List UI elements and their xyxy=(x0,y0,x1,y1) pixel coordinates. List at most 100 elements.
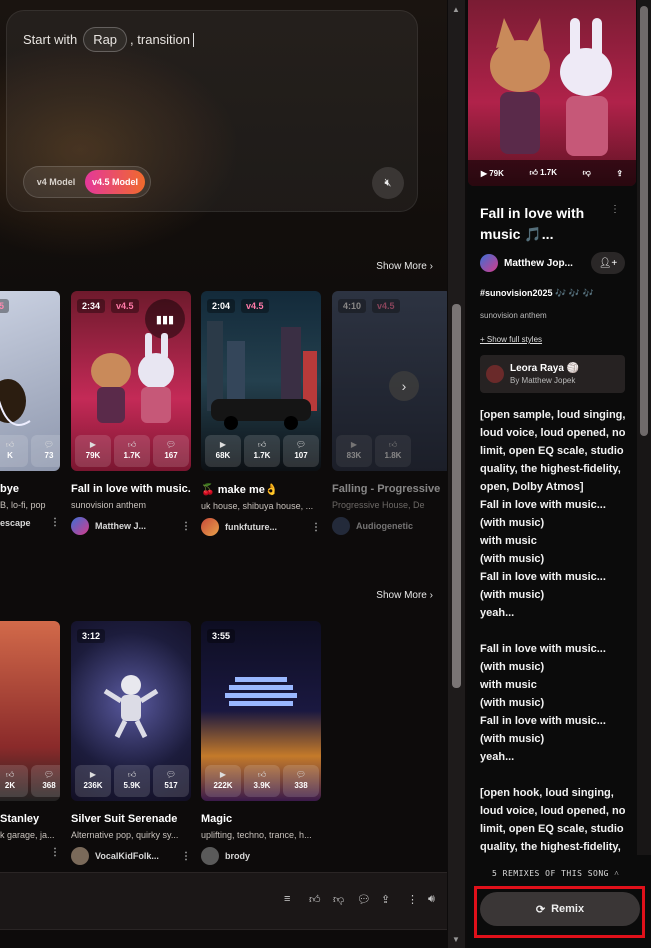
song-styles: sunovision anthem xyxy=(480,311,547,320)
panel-scrollbar[interactable] xyxy=(637,0,651,855)
song-thumbnail[interactable]: 3:12 ▶ 236K 👍︎ 5.9K 💬︎ 517 xyxy=(71,621,191,801)
follow-button[interactable]: 👤︎+ xyxy=(591,252,625,274)
likes-stat[interactable]: 👍︎ 1.7K xyxy=(530,168,558,178)
more-options-icon[interactable]: ⋮ xyxy=(50,847,60,858)
song-card[interactable]: 3:55 ▶ 222K 👍︎ 3.9K 💬︎ 338 Magic uplifting,… xyxy=(201,621,321,865)
more-options-icon[interactable]: ⋮ xyxy=(181,521,191,532)
song-author[interactable]: escape ⋮ xyxy=(0,517,60,528)
song-thumbnail[interactable]: 2:34 v4.5 ▮▮▮ ▶ 79K 👍︎ 1.7K 💬︎ 167 xyxy=(71,291,191,471)
song-thumbnail[interactable]: 5 👍︎ K 💬︎ 73 xyxy=(0,291,60,471)
show-more-link[interactable]: Show More › xyxy=(376,261,433,272)
avatar[interactable] xyxy=(71,517,89,535)
song-title[interactable]: bye xyxy=(0,483,60,495)
comments-stat[interactable]: 💬︎ 107 xyxy=(283,435,319,467)
plays-stat[interactable]: ▶ 79K xyxy=(75,435,111,467)
song-title[interactable]: Falling - Progressive xyxy=(332,483,447,495)
queue-icon[interactable]: ≡ xyxy=(284,893,290,905)
thumbs-up-icon[interactable]: 👍︎ xyxy=(309,893,321,906)
scroll-up-icon[interactable]: ▲ xyxy=(452,5,460,14)
avatar[interactable] xyxy=(201,847,219,865)
plays-stat[interactable]: ▶ 79K xyxy=(481,169,504,178)
likes-stat[interactable]: 👍︎ 5.9K xyxy=(114,765,150,797)
remix-count-toggle[interactable]: 5 REMIXES OF THIS SONG ˄ xyxy=(492,869,619,878)
mute-button[interactable]: 🔇︎ xyxy=(372,167,404,199)
song-thumbnail[interactable]: 3:55 ▶ 222K 👍︎ 3.9K 💬︎ 338 xyxy=(201,621,321,801)
comments-stat[interactable]: 💬︎ 517 xyxy=(153,765,189,797)
song-author[interactable]: VocalKidFolk... ⋮ xyxy=(71,847,191,865)
song-card[interactable]: 👍︎ 2K 💬︎ 368 Stanley k garage, ja... ⋮ xyxy=(0,621,60,858)
song-card[interactable]: 5 👍︎ K 💬︎ 73 bye B, lo-fi, pop escape ⋮ xyxy=(0,291,60,528)
thumbs-down-icon[interactable]: 👎︎ xyxy=(583,168,591,178)
comments-stat[interactable]: 💬︎ 338 xyxy=(283,765,319,797)
song-author[interactable]: Matthew J... ⋮ xyxy=(71,517,191,535)
model-v45-option[interactable]: v4.5 Model xyxy=(85,170,145,194)
scroll-down-icon[interactable]: ▼ xyxy=(452,935,460,944)
song-author[interactable]: brody xyxy=(201,847,321,865)
song-author[interactable]: ⋮ xyxy=(0,847,60,858)
show-more-link[interactable]: Show More › xyxy=(376,590,433,601)
thumbs-up-icon: 👍︎ xyxy=(257,770,267,779)
avatar[interactable] xyxy=(480,254,498,272)
song-author[interactable]: Audiogenetic xyxy=(332,517,447,535)
scrollbar-thumb[interactable] xyxy=(452,304,461,688)
more-options-icon[interactable]: ⋮ xyxy=(311,522,321,533)
song-thumbnail[interactable]: 👍︎ 2K 💬︎ 368 xyxy=(0,621,60,801)
plays-stat[interactable]: ▶ 68K xyxy=(205,435,241,467)
plays-stat[interactable]: ▶ 222K xyxy=(205,765,241,797)
remix-source-card[interactable]: Leora Raya 🏐 By Matthew Jopek xyxy=(480,355,625,393)
song-card[interactable]: 2:04 v4.5 ▶ 68K 👍︎ 1.7K 💬︎ 107 🍒 make me👌 u… xyxy=(201,291,321,536)
more-options-icon[interactable]: ⋮ xyxy=(181,851,191,862)
song-title[interactable]: Stanley xyxy=(0,813,60,825)
style-chip[interactable]: Rap xyxy=(83,27,128,52)
more-options-icon[interactable]: ⋮ xyxy=(50,517,60,528)
plays-stat[interactable]: ▶ 236K xyxy=(75,765,111,797)
song-title[interactable]: Silver Suit Serenade xyxy=(71,813,191,825)
likes-stat[interactable]: 👍︎ K xyxy=(0,435,28,467)
cat-bunny-cover-art xyxy=(490,18,612,156)
comments-stat[interactable]: 💬︎ 167 xyxy=(153,435,189,467)
comments-stat[interactable]: 💬︎ 368 xyxy=(31,765,60,797)
share-icon[interactable]: ⇪ xyxy=(381,893,390,906)
more-options-icon[interactable]: ⋮ xyxy=(610,204,620,215)
comments-stat[interactable]: 💬︎ 73 xyxy=(31,435,60,467)
chevron-right-icon: › xyxy=(401,378,407,394)
share-icon[interactable]: ⇪ xyxy=(616,169,623,178)
likes-stat[interactable]: 👍︎ 3.9K xyxy=(244,765,280,797)
song-cover[interactable]: ▶ 79K 👍︎ 1.7K 👎︎ ⇪ xyxy=(468,0,636,186)
song-card[interactable]: 2:34 v4.5 ▮▮▮ ▶ 79K 👍︎ 1.7K 💬︎ 167 Fall in … xyxy=(71,291,191,535)
prompt-input[interactable]: Start with Rap , transition xyxy=(23,27,195,52)
song-card[interactable]: 4:10 v4.5 ▶ 83K 👍︎ 1.8K Falling - Progress… xyxy=(332,291,447,535)
song-card[interactable]: 3:12 ▶ 236K 👍︎ 5.9K 💬︎ 517 Silver Suit Sere… xyxy=(71,621,191,865)
song-title[interactable]: Magic xyxy=(201,813,321,825)
thumbs-down-icon[interactable]: 👎︎ xyxy=(333,893,344,906)
song-styles: sunovision anthem xyxy=(71,500,147,510)
carousel-next-button[interactable]: › xyxy=(389,371,419,401)
song-author[interactable]: Matthew Jop... xyxy=(480,254,573,272)
song-author[interactable]: funkfuture... ⋮ xyxy=(201,518,321,536)
plays-stat[interactable]: ▶ 83K xyxy=(336,435,372,467)
show-full-styles-link[interactable]: + Show full styles xyxy=(480,335,542,344)
song-tags[interactable]: #sunovision2025 🎶 🎶 🎶 xyxy=(480,288,594,299)
comment-icon: 💬︎ xyxy=(43,770,55,779)
avatar[interactable] xyxy=(201,518,219,536)
likes-stat[interactable]: 👍︎ 1.7K xyxy=(244,435,280,467)
comment-icon[interactable]: 💬︎ xyxy=(357,893,371,906)
song-title[interactable]: Fall in love with music... xyxy=(71,483,191,495)
likes-stat[interactable]: 👍︎ 1.8K xyxy=(375,435,411,467)
avatar[interactable] xyxy=(71,847,89,865)
volume-icon[interactable]: 🔊︎ xyxy=(428,893,435,906)
song-thumbnail[interactable]: 2:04 v4.5 ▶ 68K 👍︎ 1.7K 💬︎ 107 xyxy=(201,291,321,471)
thumbs-up-icon: 👍︎ xyxy=(127,770,137,779)
model-v4-option[interactable]: v4 Model xyxy=(27,170,85,194)
model-toggle[interactable]: v4 Model v4.5 Model xyxy=(23,166,151,198)
likes-stat[interactable]: 👍︎ 2K xyxy=(0,765,28,797)
prompt-composer[interactable]: Start with Rap , transition v4 Model v4.… xyxy=(6,10,418,212)
main-scrollbar[interactable]: ▲ ▼ xyxy=(448,0,465,948)
avatar[interactable] xyxy=(332,517,350,535)
more-options-icon[interactable]: ⋮ xyxy=(407,893,418,906)
likes-stat[interactable]: 👍︎ 1.7K xyxy=(114,435,150,467)
song-styles: k garage, ja... xyxy=(0,830,55,840)
song-title[interactable]: 🍒 make me👌 xyxy=(201,483,321,496)
scrollbar-thumb[interactable] xyxy=(640,6,648,436)
remix-button[interactable]: ⟳ Remix xyxy=(480,892,640,926)
